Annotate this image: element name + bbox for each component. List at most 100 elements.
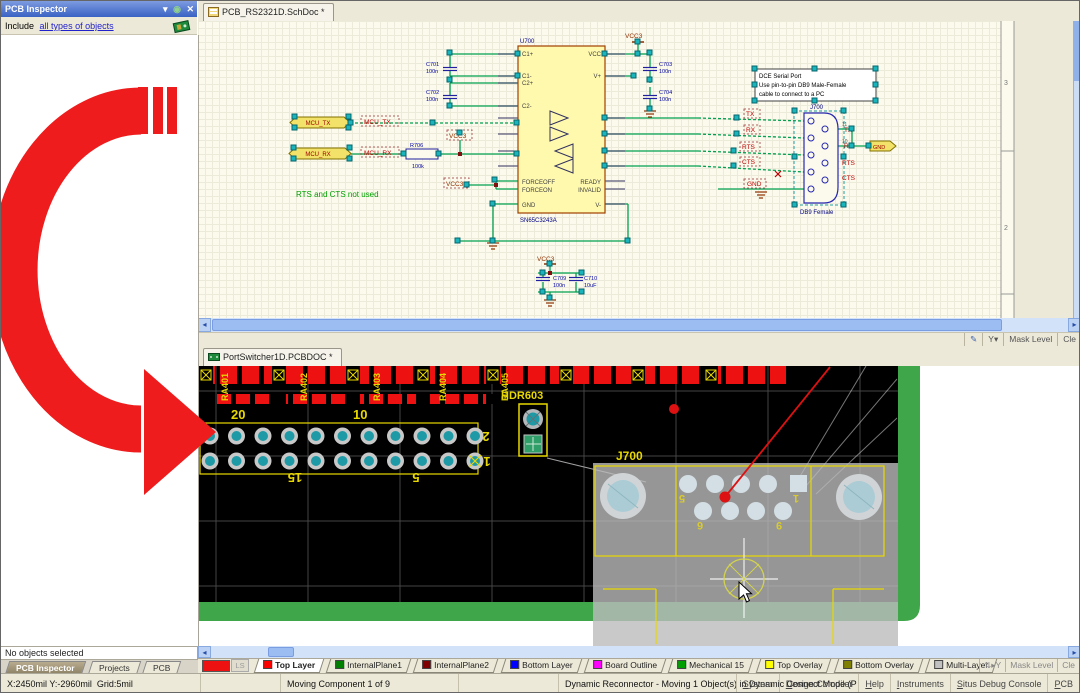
layer-tab-board-outline[interactable]: Board Outline — [584, 659, 667, 673]
svg-text:100n: 100n — [426, 97, 438, 103]
svg-text:100n: 100n — [553, 283, 565, 289]
svg-text:TX: TX — [746, 111, 755, 118]
sheet-zone-label: 3 — [1004, 80, 1008, 87]
layer-tab-top-overlay[interactable]: Top Overlay — [755, 659, 831, 673]
gnd-port[interactable]: GND — [870, 141, 896, 151]
svg-text:RA403: RA403 — [372, 373, 382, 401]
situs-debug-console-button[interactable]: Situs Debug Console — [950, 674, 1048, 693]
svg-text:1: 1 — [793, 492, 799, 504]
svg-text:C702: C702 — [426, 90, 439, 96]
svg-text:9: 9 — [776, 519, 782, 531]
red-arrow-annotation — [1, 79, 223, 619]
svg-text:C703: C703 — [659, 62, 672, 68]
svg-text:R706: R706 — [410, 143, 423, 149]
svg-text:6: 6 — [697, 519, 703, 531]
include-types-link[interactable]: all types of objects — [40, 21, 114, 31]
pcb-mask-level-button[interactable]: Mask Level — [1005, 659, 1057, 672]
inspector-status: No objects selected — [1, 646, 198, 659]
silk-hdr603-label: HDR603 — [501, 390, 543, 402]
layer-tab-mechanical15[interactable]: Mechanical 15 — [668, 659, 753, 673]
help-button[interactable]: Help — [858, 674, 890, 693]
svg-text:GND: GND — [747, 181, 762, 188]
j700-footprint-dragging[interactable]: J700 — [593, 449, 898, 646]
layer-tab-internalplane2[interactable]: InternalPlane2 — [413, 659, 498, 673]
schematic-hscrollbar[interactable]: ◂ ▸ — [198, 318, 1080, 332]
system-button[interactable]: System — [736, 674, 779, 693]
moving-status: Moving Component 1 of 9 — [281, 674, 459, 693]
pcb-chip-icon — [172, 18, 192, 34]
svg-text:GND: GND — [873, 145, 885, 151]
svg-text:RA404: RA404 — [438, 373, 448, 401]
schematic-canvas[interactable]: 3 2 — [198, 21, 1073, 318]
port-mcu-rx[interactable]: MCU_RX — [289, 148, 351, 159]
svg-text:DCE Serial Port: DCE Serial Port — [759, 74, 802, 80]
svg-text:20: 20 — [231, 407, 245, 422]
design-compiler-button[interactable]: Design Compiler — [779, 674, 859, 693]
scroll-left-icon[interactable]: ◂ — [198, 646, 211, 658]
svg-text:10: 10 — [842, 139, 848, 145]
cursor-coords: X:2450mil Y:-2960mil Grid:5mil — [1, 674, 201, 693]
sheet-border: 3 2 — [1001, 21, 1073, 318]
inspector-title: PCB Inspector — [5, 4, 67, 14]
svg-text:cable to connect to a PC: cable to connect to a PC — [759, 92, 825, 98]
svg-text:C704: C704 — [659, 90, 672, 96]
svg-text:READY: READY — [580, 180, 601, 186]
mask-level-button[interactable]: Mask Level — [1003, 333, 1057, 346]
ic-ref: U700 — [520, 39, 535, 45]
pcb-button[interactable]: PCB — [1047, 674, 1079, 693]
svg-text:1: 1 — [483, 454, 490, 469]
svg-text:MCU_RX: MCU_RX — [364, 150, 392, 157]
svg-text:11: 11 — [842, 122, 847, 128]
svg-text:V-: V- — [595, 203, 601, 209]
svg-text:MCU_TX: MCU_TX — [306, 121, 331, 127]
filter-icon[interactable]: Y▾ — [982, 333, 1003, 346]
schdoc-tab-label: PCB_RS2321D.SchDoc * — [222, 7, 325, 17]
svg-text:C709: C709 — [553, 276, 566, 282]
layer-tab-top-layer[interactable]: Top Layer — [253, 659, 324, 673]
pcb-canvas[interactable]: RA401 RA402 RA403 RA404 RA405 — [198, 366, 1080, 646]
instruments-button[interactable]: Instruments — [890, 674, 950, 693]
schematic-vscrollbar[interactable] — [1073, 21, 1080, 318]
svg-text:100k: 100k — [412, 164, 424, 170]
silk-j700-label: J700 — [616, 449, 643, 463]
tab-pcbdoc[interactable]: PortSwitcher1D.PCBDOC * — [203, 348, 342, 366]
svg-text:C2-: C2- — [522, 104, 532, 110]
layer-tab-bottom-layer[interactable]: Bottom Layer — [500, 659, 581, 673]
svg-text:RX: RX — [746, 127, 756, 134]
scroll-right-icon[interactable]: ▸ — [1068, 646, 1080, 658]
svg-text:C1-: C1- — [522, 74, 532, 80]
layer-tab-bottom-overlay[interactable]: Bottom Overlay — [833, 659, 922, 673]
svg-text:FORCEON: FORCEON — [522, 188, 552, 194]
port-mcu-tx[interactable]: MCU_TX — [290, 117, 350, 128]
svg-text:V+: V+ — [593, 74, 601, 80]
schematic-tab-bar: PCB_RS2321D.SchDoc * — [198, 1, 1080, 22]
include-label: Include — [5, 21, 34, 31]
layer-tab-row: LS Top Layer InternalPlane1 InternalPlan… — [198, 658, 1080, 674]
svg-text:10: 10 — [353, 407, 367, 422]
pin-icon[interactable]: ◉ — [173, 4, 181, 14]
svg-text:C2+: C2+ — [522, 81, 534, 87]
layer-tab-internalplane1[interactable]: InternalPlane1 — [326, 659, 411, 673]
svg-text:100n: 100n — [659, 69, 671, 75]
db9-connector-symbol[interactable]: J700 DB9 Female 11 10 — [794, 105, 848, 216]
wire-edit-icon[interactable]: ✎ — [964, 333, 982, 346]
resistor-r706[interactable]: R706 100k — [406, 143, 438, 170]
layer-set-button[interactable]: LS — [231, 659, 249, 672]
pcb-filter-icon[interactable]: ⇅▸Y — [979, 659, 1005, 672]
altium-designer-app: PCB_RS2321D.SchDoc * 3 2 — [0, 0, 1080, 693]
tab-schdoc[interactable]: PCB_RS2321D.SchDoc * — [203, 3, 334, 21]
db9-name: DB9 Female — [800, 210, 834, 216]
panel-buttons: SystemDesign CompilerHelpInstrumentsSitu… — [736, 674, 1079, 693]
svg-text:10uF: 10uF — [584, 283, 597, 289]
inspector-titlebar[interactable]: PCB Inspector ▾ ◉ ✕ — [1, 1, 197, 17]
svg-text:C701: C701 — [426, 62, 439, 68]
current-layer-swatch[interactable] — [202, 660, 230, 672]
schematic-comment[interactable]: RTS and CTS not used — [296, 190, 379, 199]
scroll-right-icon[interactable]: ▸ — [1068, 318, 1080, 332]
note-box[interactable]: DCE Serial Port Use pin-to-pin DB9 Male-… — [755, 69, 876, 101]
close-icon[interactable]: ✕ — [186, 4, 194, 14]
clear-button[interactable]: Cle — [1057, 333, 1080, 346]
pcb-clear-button[interactable]: Cle — [1057, 659, 1079, 672]
chevron-down-icon[interactable]: ▾ — [163, 4, 168, 14]
pcb-hscrollbar[interactable]: ◂ ▸ — [198, 646, 1080, 658]
